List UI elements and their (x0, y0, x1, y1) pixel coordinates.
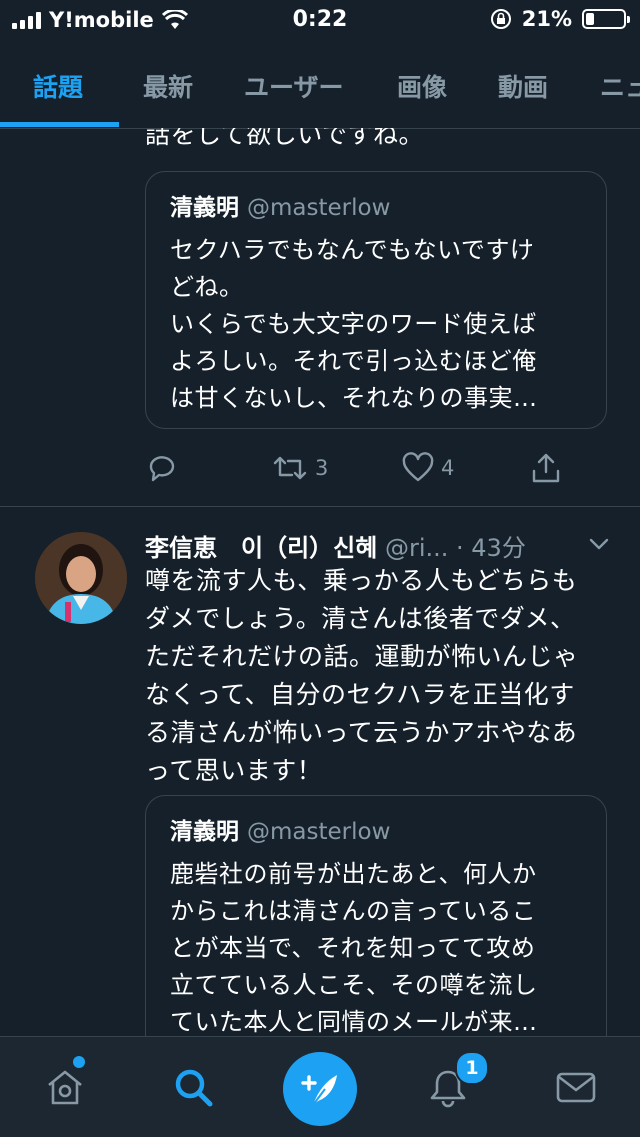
quoted-tweet-text: 鹿砦社の前号が出たあと、何人か からこれは清さんの言っているこ とが本当で、それ… (170, 856, 582, 1036)
text-line: よろしい。それで引っ込むほど俺 (170, 347, 537, 375)
quoted-tweet-text: セクハラでもなんでもないですけ どね。 いくらでも大文字のワード使えば よろしい… (170, 232, 582, 417)
text-line: ダメでしょう。清さんは後者でダメ、 (145, 604, 576, 633)
tweet-header: 李信恵 이（리）신혜 @ri... · 43分 (145, 528, 526, 563)
text-line: って思います！ (145, 756, 323, 785)
quoted-tweet[interactable]: 清義明 @masterlow 鹿砦社の前号が出たあと、何人か からこれは清さんの言… (145, 795, 607, 1036)
nav-messages[interactable] (541, 1037, 611, 1137)
compose-feather-icon (301, 1075, 337, 1106)
share-button[interactable] (529, 451, 563, 485)
tweet-actions: 3 4 (145, 451, 605, 491)
home-icon (48, 1070, 82, 1105)
text-line: セクハラでもなんでもないですけ (170, 236, 535, 264)
tab-images[interactable]: 画像 (397, 68, 447, 104)
chevron-down-icon[interactable] (588, 536, 610, 552)
text-line: 鹿砦社の前号が出たあと、何人か (170, 860, 537, 888)
quoted-author-handle: @masterlow (247, 819, 391, 845)
status-right: 21% (490, 7, 630, 31)
compose-button[interactable] (283, 1052, 357, 1126)
tab-videos[interactable]: 動画 (498, 68, 548, 104)
mail-icon (556, 1072, 596, 1103)
search-icon (175, 1069, 213, 1107)
like-count: 4 (441, 456, 455, 480)
new-content-dot (73, 1056, 85, 1068)
like-button[interactable]: 4 (401, 451, 454, 485)
tweet-text: 話をして欲しいですね。 (145, 128, 425, 149)
notification-badge: 1 (455, 1051, 489, 1085)
author-name[interactable]: 李信恵 이（리）신혜 (145, 534, 377, 562)
text-line: いくらでも大文字のワード使えば (170, 310, 537, 338)
quoted-author-handle: @masterlow (247, 195, 391, 221)
text-line: どね。 (170, 273, 244, 301)
tab-users[interactable]: ユーザー (244, 68, 344, 104)
quoted-author-name: 清義明 (170, 819, 239, 845)
text-line: は甘くないし、それなりの事実… (170, 384, 538, 412)
tab-top[interactable]: 話題 (33, 68, 83, 104)
retweet-count: 3 (315, 456, 329, 480)
tab-latest[interactable]: 最新 (143, 68, 193, 104)
reply-icon (149, 456, 175, 482)
text-line: とが本当で、それを知ってて攻め (170, 934, 536, 962)
text-line: からこれは清さんの言っているこ (170, 897, 537, 925)
quoted-author-name: 清義明 (170, 195, 239, 221)
nav-notifications[interactable]: 1 (413, 1037, 489, 1137)
text-line: なくって、自分のセクハラを正当化す (145, 680, 575, 709)
battery-icon (582, 9, 630, 29)
avatar[interactable] (35, 532, 127, 624)
nav-search[interactable] (158, 1037, 228, 1137)
status-bar: Y!mobile 0:22 21% (0, 0, 640, 42)
profile-photo (35, 532, 127, 624)
text-line: る清さんが怖いって云うかアホやなあ (145, 718, 578, 747)
heart-icon (402, 452, 434, 482)
tweet-time: · 43分 (456, 534, 526, 562)
battery-percent: 21% (521, 7, 572, 31)
retweet-icon (273, 456, 307, 480)
retweet-button[interactable]: 3 (271, 451, 328, 485)
active-tab-indicator (0, 122, 119, 127)
search-tabs: 話題 最新 ユーザー 画像 動画 ニュ (0, 42, 640, 129)
author-handle[interactable]: @ri... (385, 534, 448, 562)
text-line: ただそれだけの話。運動が怖いんじゃ (145, 642, 579, 671)
share-icon (532, 453, 560, 483)
divider (0, 506, 640, 507)
text-line: ていた本人と同情のメールが来… (170, 1008, 538, 1036)
tweet-text: 噂を流す人も、乗っかる人もどちらも ダメでしょう。清さんは後者でダメ、 ただそれ… (145, 562, 615, 790)
text-line: 立てている人こそ、その噂を流し (170, 971, 538, 999)
reply-button[interactable] (145, 451, 179, 485)
bottom-nav: 1 (0, 1036, 640, 1137)
tweet-feed[interactable]: 話をして欲しいですね。 清義明 @masterlow セクハラでもなんでもないです… (0, 128, 640, 1036)
quoted-tweet[interactable]: 清義明 @masterlow セクハラでもなんでもないですけ どね。 いくらでも大… (145, 171, 607, 429)
rotation-lock-icon (490, 9, 511, 29)
nav-home[interactable] (30, 1037, 100, 1137)
tab-news[interactable]: ニュ (600, 68, 640, 104)
text-line: 噂を流す人も、乗っかる人もどちらも (145, 566, 578, 595)
